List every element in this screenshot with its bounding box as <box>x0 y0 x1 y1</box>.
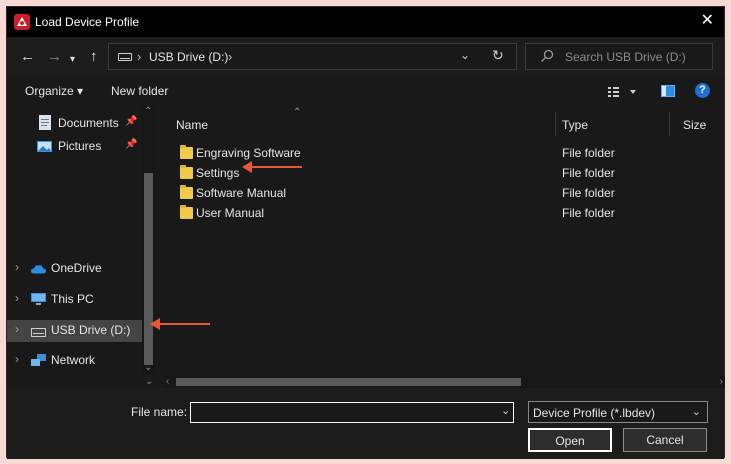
title-bar: Load Device Profile ✕ <box>7 7 724 37</box>
file-list-pane: ⌃ Name Type Size Engraving Software File… <box>164 105 725 376</box>
address-dropdown-icon[interactable]: ⌄ <box>460 48 470 62</box>
file-type: File folder <box>562 146 615 160</box>
scroll-right-icon[interactable]: › <box>720 376 723 388</box>
arrow-shaft <box>158 323 210 325</box>
file-type: File folder <box>562 186 615 200</box>
usb-drive-icon <box>118 53 132 61</box>
file-type: File folder <box>562 206 615 220</box>
file-name-label: File name: <box>131 405 188 419</box>
close-icon[interactable]: ✕ <box>701 12 714 30</box>
forward-arrow-icon[interactable]: → <box>47 49 62 64</box>
scroll-down-icon[interactable]: ⌄ <box>144 363 152 373</box>
scroll-up-icon[interactable]: ⌃ <box>144 107 152 117</box>
column-header-size[interactable]: Size <box>670 105 725 135</box>
column-header-name-label: Name <box>176 118 209 132</box>
window-title: Load Device Profile <box>35 15 140 29</box>
navigation-pane: Documents 📌 Pictures 📌 › OneDrive › This… <box>7 105 155 376</box>
refresh-icon[interactable]: ↻ <box>492 47 504 64</box>
cancel-button[interactable]: Cancel <box>623 428 707 452</box>
file-row[interactable]: User Manual File folder <box>164 203 684 223</box>
chevron-down-icon: ⌄ <box>691 406 701 418</box>
file-type-filter-value: Device Profile (*.lbdev) <box>533 406 656 420</box>
command-bar: Organize ▾ New folder ? <box>7 79 724 105</box>
file-name-dropdown-icon[interactable]: ⌄ <box>501 404 510 417</box>
preview-pane-icon[interactable] <box>661 85 675 97</box>
breadcrumb-separator-icon: › <box>228 49 233 64</box>
search-icon <box>541 49 554 62</box>
address-bar[interactable]: › USB Drive (D:) › ⌄ ↻ <box>108 43 517 70</box>
folder-icon <box>180 205 193 219</box>
network-icon <box>31 354 46 366</box>
scrollbar-thumb[interactable] <box>144 173 153 365</box>
folder-icon <box>180 145 193 159</box>
file-name-input[interactable] <box>190 402 514 423</box>
expand-chevron-icon[interactable]: › <box>15 352 19 366</box>
back-arrow-icon[interactable]: ← <box>20 49 35 64</box>
app-logo-icon <box>14 14 30 30</box>
address-row: ← → ▾ ↑ › USB Drive (D:) › ⌄ ↻ Search US… <box>7 37 724 77</box>
nav-label-network: Network <box>51 353 96 367</box>
annotation-arrow-usb-drive <box>150 317 210 331</box>
this-pc-icon <box>31 293 46 305</box>
up-arrow-icon[interactable]: ↑ <box>90 49 98 64</box>
scrollbar-thumb[interactable] <box>176 378 521 386</box>
expand-chevron-icon[interactable]: › <box>15 291 19 305</box>
nav-item-network[interactable]: › Network <box>7 350 142 372</box>
load-device-profile-dialog: Load Device Profile ✕ ← → ▾ ↑ › USB Driv… <box>6 6 725 459</box>
file-type-filter-select[interactable]: Device Profile (*.lbdev) ⌄ <box>528 401 708 423</box>
pin-icon: 📌 <box>125 116 138 127</box>
breadcrumb-usb-drive[interactable]: USB Drive (D:) <box>149 50 228 64</box>
breadcrumb-separator-icon: › <box>137 49 142 64</box>
nav-label-onedrive: OneDrive <box>51 261 102 275</box>
scroll-left-icon[interactable]: ‹ <box>166 376 169 388</box>
search-box[interactable]: Search USB Drive (D:) <box>525 43 713 70</box>
pin-icon: 📌 <box>125 139 138 150</box>
expand-chevron-icon[interactable]: › <box>15 322 19 336</box>
new-folder-button[interactable]: New folder <box>111 84 168 98</box>
scroll-down-icon[interactable]: ⌄ <box>145 376 153 388</box>
nav-label-this-pc: This PC <box>51 292 94 306</box>
help-icon[interactable]: ? <box>695 83 710 98</box>
column-header-size-label: Size <box>683 118 707 132</box>
file-name: User Manual <box>196 206 265 220</box>
onedrive-cloud-icon <box>31 265 46 274</box>
column-header-name[interactable]: ⌃ Name <box>164 105 560 135</box>
nav-item-pictures[interactable]: Pictures 📌 <box>7 136 142 158</box>
annotation-arrow-settings <box>242 160 302 174</box>
folder-icon <box>180 185 193 199</box>
pictures-icon <box>37 141 52 152</box>
nav-label-pictures: Pictures <box>58 139 102 153</box>
documents-icon <box>39 115 51 130</box>
file-type: File folder <box>562 166 615 180</box>
arrow-shaft <box>250 166 302 168</box>
file-name: Settings <box>196 166 240 180</box>
file-name: Software Manual <box>196 186 287 200</box>
column-header-type[interactable]: Type <box>556 105 669 135</box>
file-list-horizontal-scrollbar[interactable]: ‹ › <box>164 376 725 388</box>
nav-item-onedrive[interactable]: › OneDrive <box>7 258 142 280</box>
nav-scrollbar[interactable]: ⌃ ⌄ <box>142 105 155 376</box>
usb-drive-icon <box>31 328 46 337</box>
folder-icon <box>180 165 193 179</box>
nav-item-usb-drive[interactable]: › USB Drive (D:) <box>7 320 142 342</box>
sort-ascending-icon: ⌃ <box>293 107 302 118</box>
column-header-type-label: Type <box>562 118 589 132</box>
nav-item-documents[interactable]: Documents 📌 <box>7 113 142 135</box>
open-button[interactable]: Open <box>528 428 612 452</box>
nav-label-usb-drive: USB Drive (D:) <box>51 323 131 337</box>
dialog-footer: File name: ⌄ Device Profile (*.lbdev) ⌄ … <box>7 388 724 459</box>
nav-item-this-pc[interactable]: › This PC <box>7 289 142 311</box>
search-placeholder: Search USB Drive (D:) <box>565 50 686 64</box>
view-options-icon[interactable] <box>608 85 638 99</box>
nav-label-documents: Documents <box>58 116 119 130</box>
recent-locations-chevron-icon[interactable]: ▾ <box>70 52 75 67</box>
file-name: Engraving Software <box>196 146 301 160</box>
file-row[interactable]: Software Manual File folder <box>164 183 684 203</box>
organize-menu-button[interactable]: Organize ▾ <box>25 84 83 98</box>
expand-chevron-icon[interactable]: › <box>15 260 19 274</box>
